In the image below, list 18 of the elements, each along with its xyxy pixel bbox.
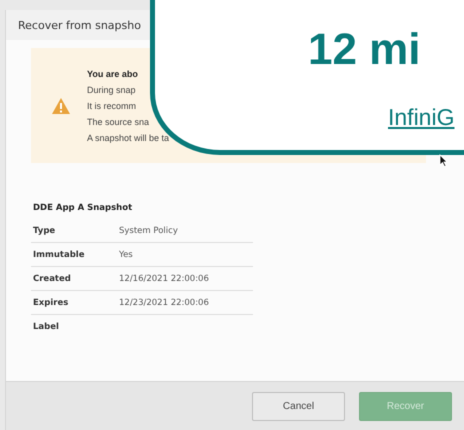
field-value: 12/23/2021 22:00:06 [119, 298, 209, 308]
field-value: System Policy [119, 226, 178, 236]
field-label: Created [33, 274, 72, 284]
field-value: 12/16/2021 22:00:06 [119, 274, 209, 284]
warning-text: During snap [87, 84, 137, 94]
warning-text: The source sna [87, 116, 150, 126]
warning-heading: You are abo [87, 68, 139, 78]
field-label: Type [33, 226, 56, 236]
overlay-link[interactable]: InfiniG [388, 106, 454, 129]
field-label: Immutable [33, 250, 86, 260]
snapshot-name: DDE App A Snapshot [32, 203, 134, 215]
field-value: Yes [119, 250, 133, 260]
field-label: Expires [33, 298, 70, 308]
warning-text: A snapshot will be ta [87, 132, 170, 142]
warning-icon [51, 96, 71, 114]
field-label: Label [33, 322, 60, 332]
warning-text: It is recomm [87, 100, 138, 110]
cancel-button[interactable]: Cancel [252, 392, 345, 420]
